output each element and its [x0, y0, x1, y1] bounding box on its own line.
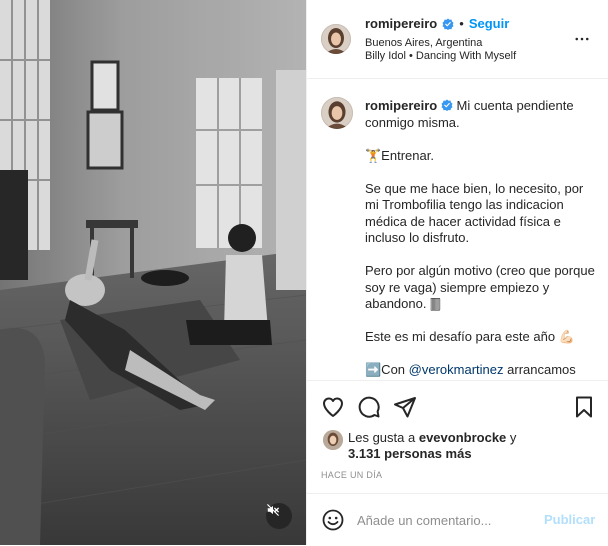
instagram-post: romipereiro • Seguir Buenos Aires, Argen… [0, 0, 608, 545]
likes-prefix: Les gusta a [348, 430, 416, 445]
author-avatar[interactable] [321, 24, 351, 54]
header-title-row: romipereiro • Seguir [365, 16, 509, 31]
video-frame [0, 0, 306, 545]
post-caption: romipereiro Mi cuenta pendiente conmigo … [365, 98, 595, 379]
caption-username[interactable]: romipereiro [365, 98, 437, 113]
caption-mention-link[interactable]: @verokmartinez [409, 362, 504, 377]
likes-count-link[interactable]: 3.131 personas más [348, 446, 472, 461]
paper-plane-icon[interactable] [393, 395, 417, 419]
verified-badge-icon [441, 99, 453, 111]
verified-badge-icon [442, 18, 454, 30]
more-options-icon[interactable] [573, 30, 591, 48]
comment-input[interactable] [357, 510, 527, 530]
add-comment-bar: Publicar [307, 493, 608, 546]
liker-avatar[interactable] [323, 430, 343, 450]
follow-button[interactable]: Seguir [469, 16, 509, 31]
comments-area[interactable]: romipereiro Mi cuenta pendiente conmigo … [307, 79, 608, 379]
liker-username[interactable]: evevonbrocke [419, 430, 506, 445]
caption-paragraph: Este es mi desafío para este año 💪🏻 [365, 329, 575, 344]
likes-summary: Les gusta a evevonbrocke y 3.131 persona… [323, 430, 516, 462]
post-side-panel: romipereiro • Seguir Buenos Aires, Argen… [306, 0, 608, 545]
heart-icon[interactable] [321, 395, 345, 419]
speaker-muted-icon [267, 504, 279, 516]
caption-paragraph: Se que me hace bien, lo necesito, por mi… [365, 180, 584, 246]
publish-button[interactable]: Publicar [544, 512, 595, 527]
post-video[interactable] [0, 0, 306, 545]
post-header: romipereiro • Seguir Buenos Aires, Argen… [307, 0, 608, 79]
caption-paragraph: Pero por algún motivo (creo que porque s… [365, 263, 595, 311]
likes-conjunction: y [509, 430, 517, 445]
post-actions: Les gusta a evevonbrocke y 3.131 persona… [307, 380, 608, 501]
comment-icon[interactable] [357, 395, 381, 419]
header-separator: • [459, 16, 464, 31]
post-audio[interactable]: Billy Idol • Dancing With Myself [365, 50, 516, 62]
bookmark-icon[interactable] [572, 395, 596, 419]
emoji-icon[interactable] [321, 508, 345, 532]
caption-last-prefix: ➡️Con [365, 362, 406, 377]
caption-last-suffix: arrancamos [507, 362, 576, 377]
post-location[interactable]: Buenos Aires, Argentina [365, 37, 482, 49]
post-timestamp[interactable]: HACE UN DÍA [321, 470, 382, 480]
mute-toggle-button[interactable] [266, 503, 292, 529]
author-username[interactable]: romipereiro [365, 16, 437, 31]
caption-paragraph: 🏋️Entrenar. [365, 147, 434, 163]
caption-author-avatar[interactable] [321, 97, 353, 129]
